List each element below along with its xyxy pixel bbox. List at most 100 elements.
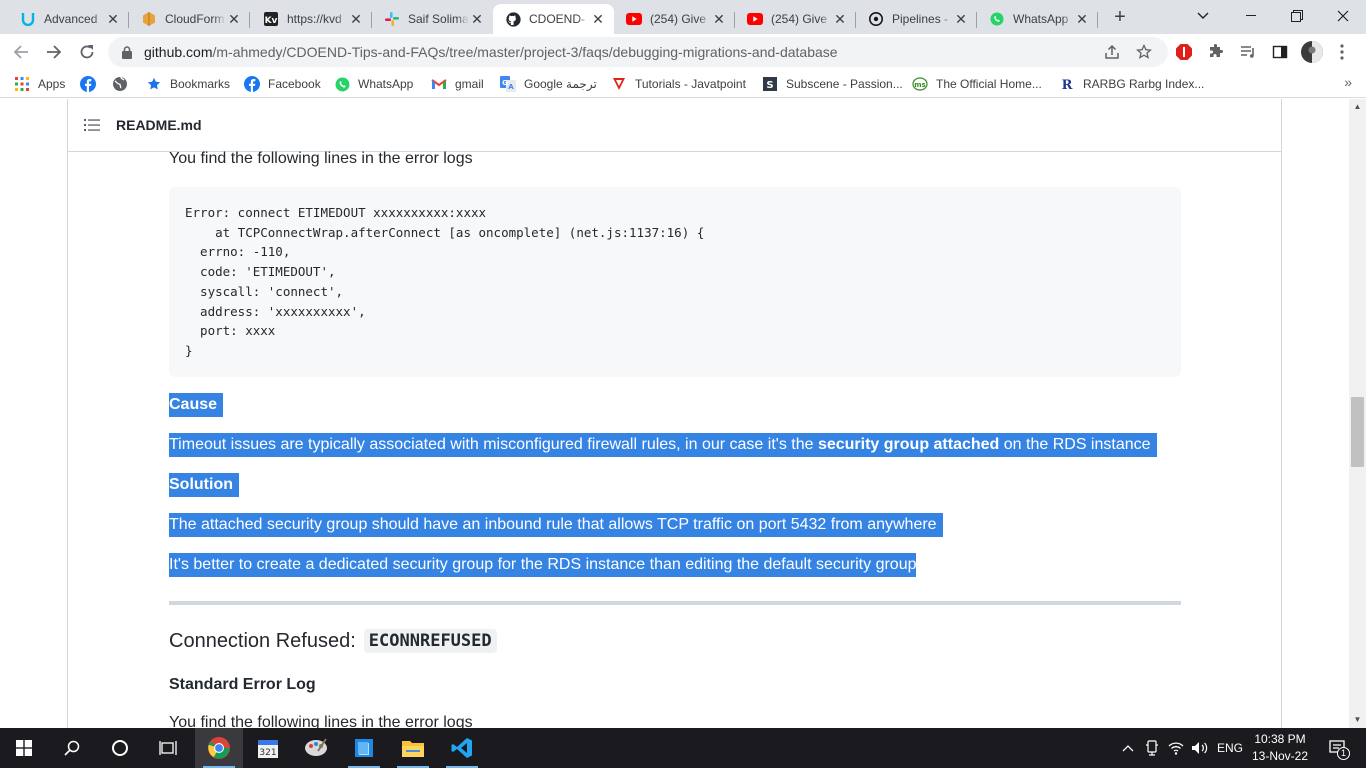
cause-text-pre: Timeout issues are typically associated … xyxy=(169,436,818,453)
tab-close-icon[interactable]: ✕ xyxy=(711,11,727,28)
tab-strip: Advanced ✕ CloudForm ✕ Kv https://kvd ✕ Saif So… xyxy=(0,0,1366,34)
tab-close-icon[interactable]: ✕ xyxy=(590,11,606,28)
tab-2[interactable]: CloudForm ✕ xyxy=(129,4,250,34)
task-view-button[interactable] xyxy=(144,728,192,768)
facebook-icon xyxy=(244,76,260,92)
tab-4[interactable]: Saif Solima ✕ xyxy=(372,4,493,34)
tab-close-icon[interactable]: ✕ xyxy=(1074,11,1090,28)
cortana-button[interactable] xyxy=(96,728,144,768)
tab-title: Advanced xyxy=(44,12,98,26)
horizontal-rule xyxy=(169,601,1181,605)
address-bar[interactable]: github.com/m-ahmedy/CDOEND-Tips-and-FAQs… xyxy=(108,37,1168,67)
bookmark-label: Tutorials - Javatpoint xyxy=(635,77,746,91)
bookmark-star-icon[interactable] xyxy=(1134,42,1154,62)
back-button[interactable] xyxy=(9,40,33,64)
tray-overflow-button[interactable] xyxy=(1118,728,1138,768)
tab-7[interactable]: (254) Give ✕ xyxy=(735,4,856,34)
close-window-button[interactable] xyxy=(1320,0,1366,32)
scrollbar-thumb[interactable] xyxy=(1351,397,1364,467)
tray-device-icon[interactable] xyxy=(1142,728,1162,768)
reload-button[interactable] xyxy=(75,40,99,64)
bookmark-bookmarks[interactable]: Bookmarks xyxy=(146,74,230,94)
taskbar-file-explorer[interactable] xyxy=(389,728,437,768)
tab-title: (254) Give xyxy=(650,12,707,26)
forward-button[interactable] xyxy=(42,40,66,64)
system-clock[interactable]: 10:38 PM 13-Nov-22 xyxy=(1238,731,1322,765)
tab-close-icon[interactable]: ✕ xyxy=(105,11,121,28)
bookmark-tutorials-javatpoint[interactable]: Tutorials - Javatpoint xyxy=(611,74,746,94)
adblock-icon[interactable] xyxy=(1174,42,1194,62)
start-button[interactable] xyxy=(0,728,48,768)
scroll-down-arrow-icon[interactable]: ▼ xyxy=(1350,713,1365,727)
code-line: address: 'xxxxxxxxxx', xyxy=(185,303,366,319)
wifi-icon[interactable] xyxy=(1166,728,1186,768)
tab-3[interactable]: Kv https://kvd ✕ xyxy=(251,4,372,34)
search-button[interactable] xyxy=(48,728,96,768)
profile-avatar[interactable] xyxy=(1300,40,1324,64)
side-panel-icon[interactable] xyxy=(1270,42,1290,62)
bookmark-apps[interactable]: Apps xyxy=(14,74,65,94)
bookmark-subscene-passion[interactable]: S Subscene - Passion... xyxy=(762,74,903,94)
tab-separator xyxy=(249,12,250,28)
bookmark-whatsapp[interactable]: WhatsApp xyxy=(334,74,413,94)
bookmark-facebook[interactable] xyxy=(80,74,104,94)
tab-8[interactable]: Pipelines - ✕ xyxy=(856,4,977,34)
taskbar-vscode[interactable] xyxy=(438,728,486,768)
bookmark-label: Facebook xyxy=(268,77,321,91)
tab-close-icon[interactable]: ✕ xyxy=(348,11,364,28)
youtube-icon xyxy=(747,11,763,27)
code-line: port: xxxx xyxy=(185,323,276,339)
chevron-down-icon xyxy=(1197,12,1209,19)
tab-close-icon[interactable]: ✕ xyxy=(953,11,969,28)
bookmarks-overflow-button[interactable]: » xyxy=(1344,74,1352,90)
tab-title: https://kvd xyxy=(287,12,342,26)
tab-search-button[interactable] xyxy=(1180,0,1226,32)
more-menu-icon[interactable] xyxy=(1332,42,1352,62)
cause-text-bold: security group attached xyxy=(817,436,1000,453)
scroll-up-arrow-icon[interactable]: ▲ xyxy=(1350,100,1365,114)
code-line: syscall: 'connect', xyxy=(185,283,344,299)
tab-title: CloudForm xyxy=(165,12,225,26)
tab-title: CDOEND- xyxy=(529,12,585,26)
restore-button[interactable] xyxy=(1274,0,1320,32)
tab-1[interactable]: Advanced ✕ xyxy=(8,4,129,34)
bookmark-the-official-home[interactable]: ms The Official Home... xyxy=(912,74,1042,94)
code-line: } xyxy=(185,342,193,358)
standard-error-log-heading: Standard Error Log xyxy=(169,676,316,693)
outline-list-icon[interactable] xyxy=(84,117,100,133)
solution-heading: Solution xyxy=(169,473,239,497)
tab-close-icon[interactable]: ✕ xyxy=(832,11,848,28)
tab-5[interactable]: CDOEND- ✕ xyxy=(493,4,614,34)
media-queue-icon[interactable] xyxy=(1238,42,1258,62)
document-app-icon xyxy=(355,739,373,757)
chrome-icon xyxy=(208,737,230,759)
volume-icon[interactable] xyxy=(1189,728,1211,768)
aws-cloudformation-icon xyxy=(141,11,157,27)
windows-logo-icon xyxy=(16,740,32,756)
taskbar-word-app[interactable] xyxy=(340,728,388,768)
extensions-puzzle-icon[interactable] xyxy=(1206,42,1226,62)
taskbar-calendar-app[interactable]: 321 xyxy=(244,728,292,768)
svg-text:G: G xyxy=(502,79,508,87)
code-line: code: 'ETIMEDOUT', xyxy=(185,264,336,280)
lock-icon[interactable] xyxy=(120,45,134,59)
minimize-button[interactable] xyxy=(1228,0,1274,32)
subscene-icon: S xyxy=(762,76,778,92)
code-line: errno: -110, xyxy=(185,244,291,260)
readme-filename[interactable]: README.md xyxy=(116,117,202,133)
bookmark-facebook[interactable]: Facebook xyxy=(244,74,321,94)
bookmark-google[interactable]: G A Google ترجمة xyxy=(500,74,597,94)
tab-9[interactable]: WhatsApp ✕ xyxy=(977,4,1098,34)
taskbar-paint-app[interactable] xyxy=(292,728,340,768)
action-center-button[interactable]: 1 xyxy=(1318,728,1358,768)
bookmark-gmail[interactable]: gmail xyxy=(431,74,484,94)
share-icon[interactable] xyxy=(1102,42,1122,62)
tab-close-icon[interactable]: ✕ xyxy=(226,11,242,28)
bookmark-globe[interactable] xyxy=(112,74,136,94)
taskbar-chrome[interactable] xyxy=(195,728,243,768)
section-heading-text: Connection Refused: xyxy=(169,629,356,652)
tab-6[interactable]: (254) Give ✕ xyxy=(614,4,735,34)
bookmark-rarbg-rarbg-index[interactable]: R RARBG Rarbg Index... xyxy=(1059,74,1205,94)
new-tab-button[interactable]: + xyxy=(1108,6,1132,30)
tab-close-icon[interactable]: ✕ xyxy=(469,11,485,28)
